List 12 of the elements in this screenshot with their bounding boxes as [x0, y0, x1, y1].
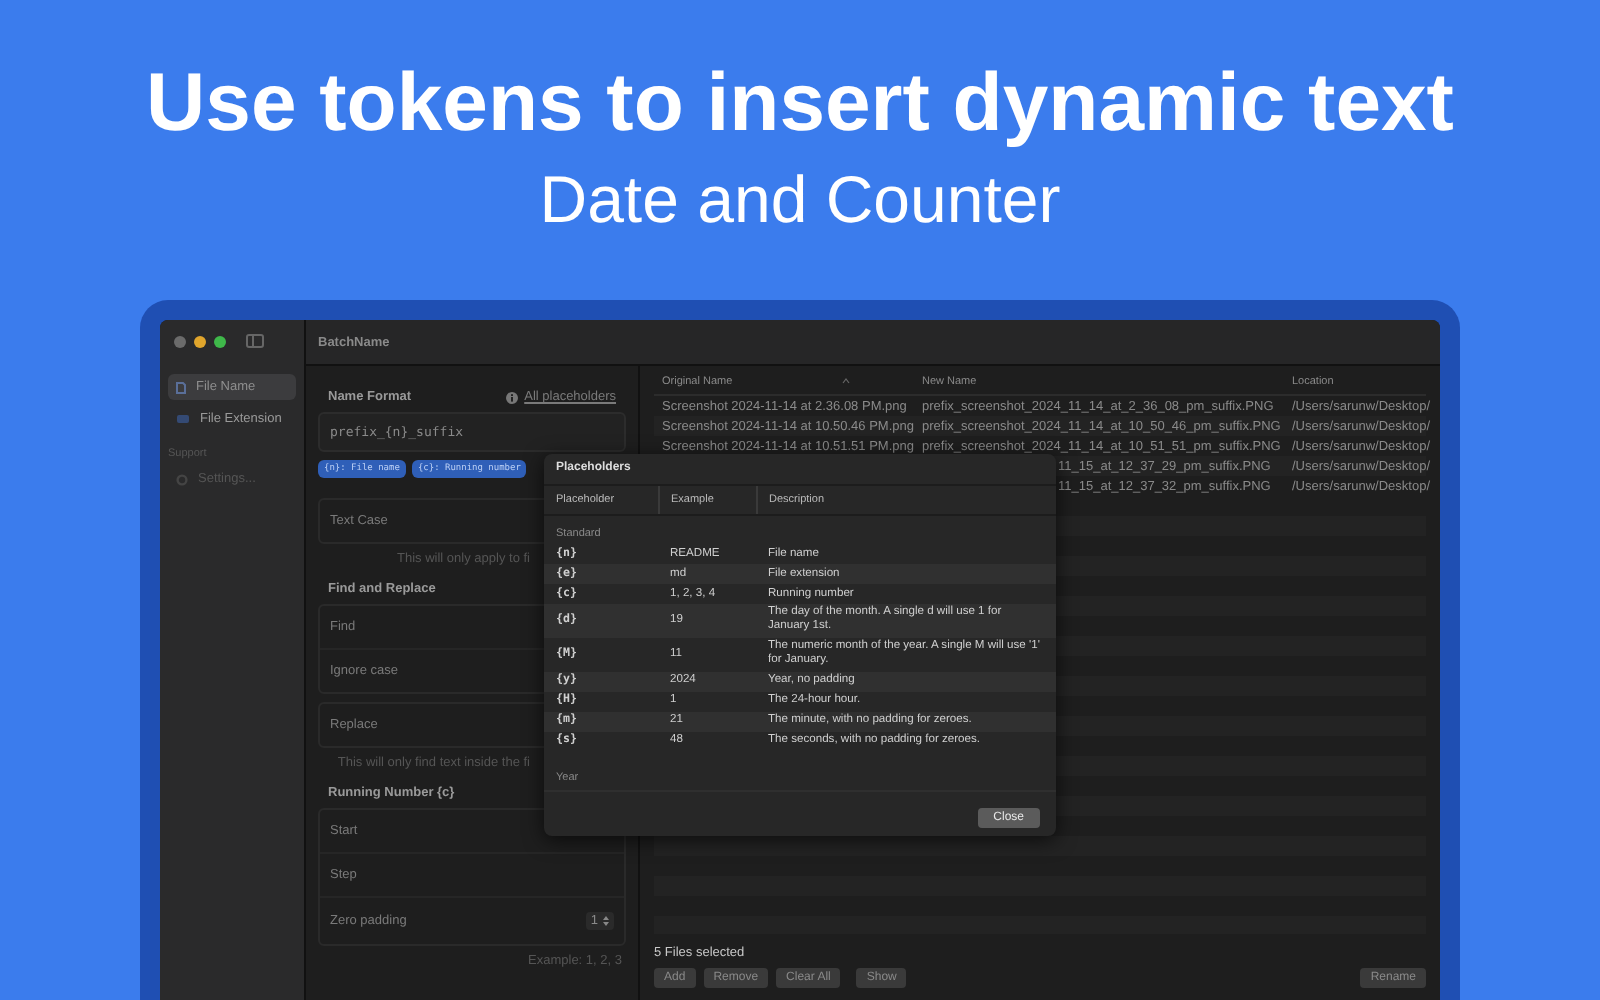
tag-icon	[176, 414, 190, 424]
sidebar-toggle-icon[interactable]	[246, 334, 264, 348]
minimize-icon[interactable]	[194, 335, 206, 347]
close-icon[interactable]	[174, 335, 186, 347]
stepper-arrows-icon	[602, 914, 610, 928]
zoom-icon[interactable]	[214, 335, 226, 347]
subtitle: Date and Counter	[539, 160, 1061, 240]
document-icon	[176, 381, 186, 393]
headline: Use tokens to insert dynamic text	[146, 56, 1454, 148]
info-icon	[506, 391, 519, 403]
gear-icon	[176, 473, 188, 485]
sort-caret-icon	[842, 378, 851, 384]
